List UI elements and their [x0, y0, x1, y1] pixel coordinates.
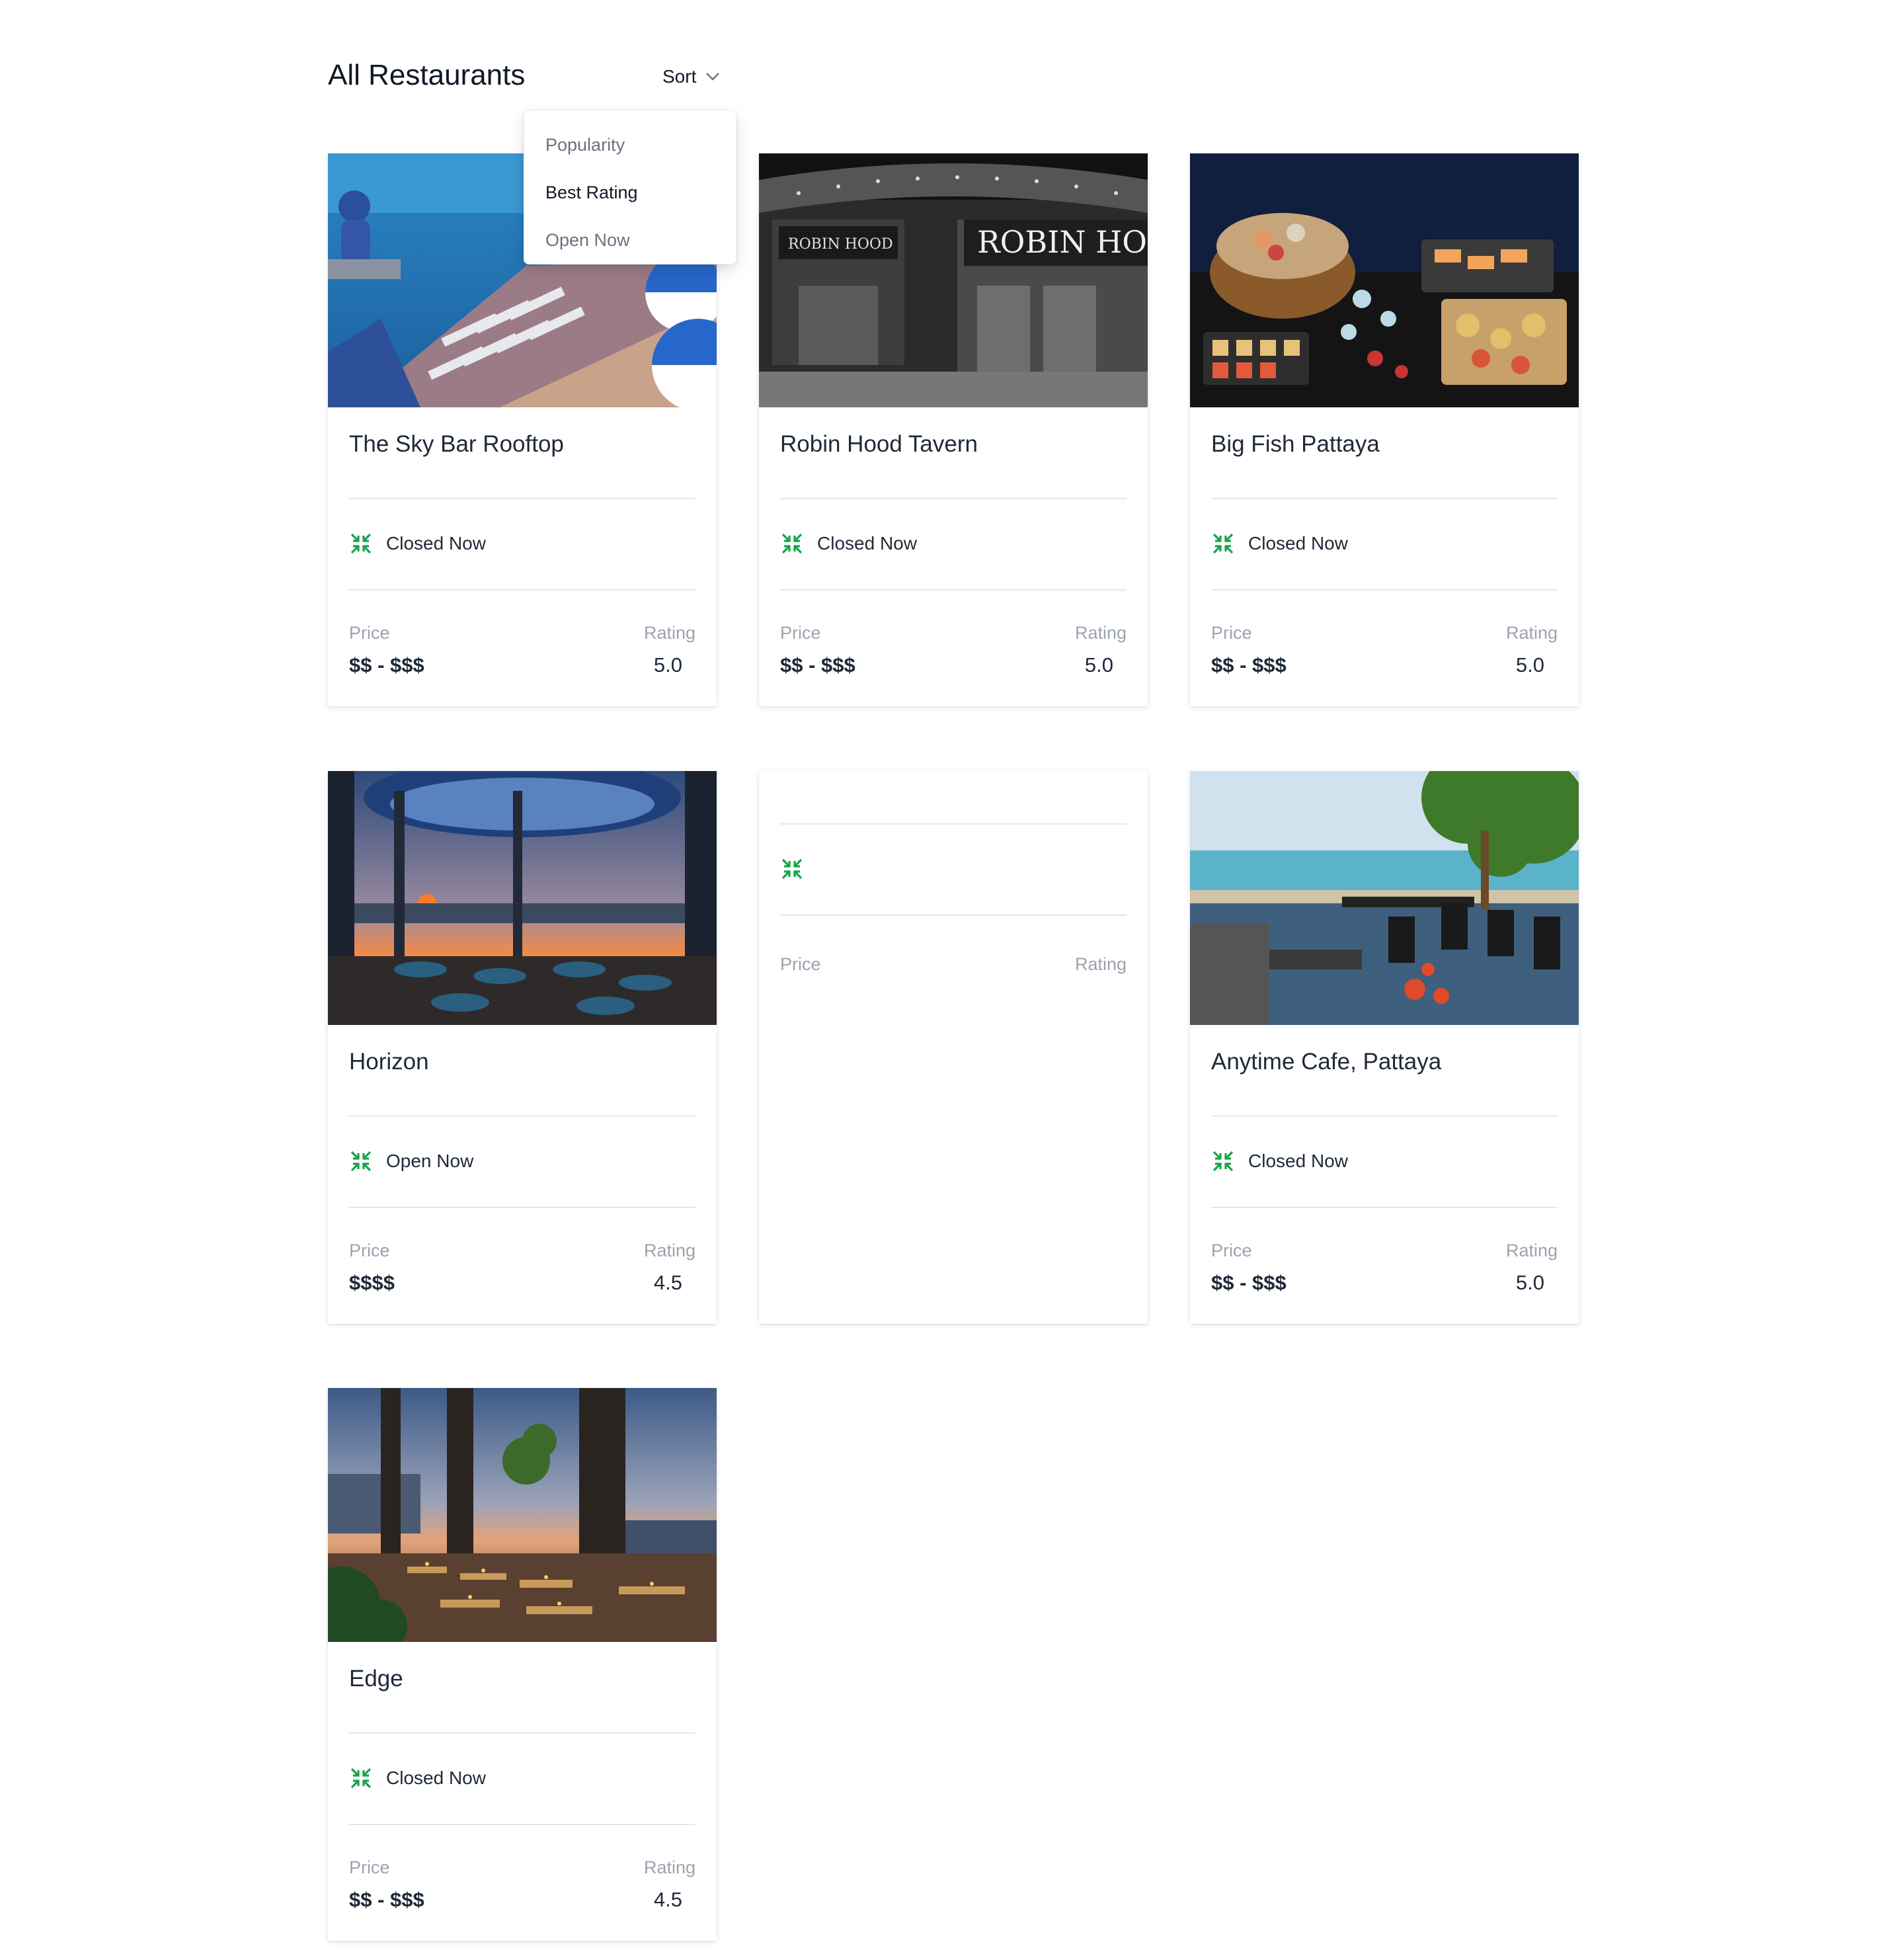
- status-row: Closed Now: [780, 532, 917, 555]
- card-body: Price Rating: [759, 771, 1148, 1324]
- divider: [1211, 498, 1558, 499]
- rating-label: Rating: [643, 1858, 695, 1877]
- collapse-arrows-icon: [781, 858, 803, 879]
- divider: [1211, 589, 1558, 591]
- price-label: Price: [780, 623, 821, 643]
- price-label: Price: [349, 1858, 390, 1877]
- status-row: Closed Now: [1211, 532, 1348, 555]
- divider: [349, 1116, 695, 1117]
- divider: [1211, 1116, 1558, 1117]
- collapse-arrows-icon: [781, 533, 803, 554]
- divider: [780, 589, 1127, 591]
- restaurant-card[interactable]: Edge Closed Now Price Rating $$ - $$$ 4.…: [328, 1388, 717, 1941]
- restaurant-card-empty[interactable]: Price Rating: [759, 771, 1148, 1324]
- status-text: Closed Now: [1248, 1151, 1348, 1171]
- price-value: $$$$: [349, 1271, 395, 1294]
- rating-value: 5.0: [1084, 653, 1113, 676]
- price-value: $$ - $$$: [780, 653, 855, 676]
- divider: [349, 498, 695, 499]
- svg-text:ROBIN HOO: ROBIN HOO: [977, 224, 1148, 260]
- page-header: All Restaurants Sort: [328, 56, 738, 95]
- status-text: Closed Now: [1248, 533, 1348, 553]
- restaurant-name[interactable]: Horizon: [349, 1049, 429, 1075]
- restaurant-name[interactable]: Big Fish Pattaya: [1211, 431, 1380, 458]
- restaurant-card[interactable]: Anytime Cafe, Pattaya Closed Now Price R…: [1190, 771, 1579, 1324]
- divider: [780, 915, 1127, 916]
- status-row: Closed Now: [349, 532, 486, 555]
- svg-text:ROBIN HOOD: ROBIN HOOD: [788, 236, 893, 253]
- collapse-arrows-icon: [350, 1151, 372, 1172]
- sort-option-open-now[interactable]: Open Now: [524, 216, 736, 264]
- sort-option-popularity[interactable]: Popularity: [524, 121, 736, 169]
- restaurant-name[interactable]: The Sky Bar Rooftop: [349, 431, 564, 458]
- rating-value: 4.5: [653, 1271, 682, 1294]
- sort-label: Sort: [662, 66, 697, 87]
- status-text: Closed Now: [386, 533, 486, 553]
- seafood-platter-photo: [1190, 153, 1579, 407]
- beach-cafe-photo: [1190, 771, 1579, 1025]
- sunset-terrace-photo: [328, 771, 717, 1025]
- status-text: Open Now: [386, 1151, 474, 1171]
- price-value: $$ - $$$: [349, 653, 424, 676]
- divider: [349, 1207, 695, 1208]
- rating-label: Rating: [1074, 954, 1127, 974]
- rating-label: Rating: [1505, 623, 1558, 643]
- evening-dining-photo: [328, 1388, 717, 1642]
- divider: [1211, 1207, 1558, 1208]
- collapse-arrows-icon: [350, 1768, 372, 1789]
- divider: [349, 1824, 695, 1825]
- sort-button[interactable]: Sort: [662, 63, 720, 90]
- collapse-arrows-icon: [1212, 533, 1234, 554]
- price-value: $$ - $$$: [1211, 653, 1287, 676]
- rating-value: 4.5: [653, 1888, 682, 1911]
- rating-value: 5.0: [1515, 1271, 1544, 1294]
- restaurant-name[interactable]: Anytime Cafe, Pattaya: [1211, 1049, 1441, 1075]
- price-value: $$ - $$$: [1211, 1271, 1287, 1294]
- page: All Restaurants Sort The Sky Bar Rooftop…: [0, 0, 1904, 1960]
- rating-value: 5.0: [653, 653, 682, 676]
- restaurant-name[interactable]: Robin Hood Tavern: [780, 431, 978, 458]
- status-text: Closed Now: [386, 1768, 486, 1788]
- price-value: $$ - $$$: [349, 1888, 424, 1911]
- divider: [780, 498, 1127, 499]
- tavern-storefront-photo: ROBIN HOOD ROBIN HOO: [759, 153, 1148, 407]
- price-label: Price: [349, 1241, 390, 1260]
- status-row: Closed Now: [349, 1766, 486, 1790]
- price-label: Price: [1211, 623, 1252, 643]
- status-row: [780, 857, 817, 881]
- restaurant-card[interactable]: Horizon Open Now Price Rating $$$$ 4.5: [328, 771, 717, 1324]
- sort-option-best-rating[interactable]: Best Rating: [524, 169, 736, 216]
- restaurant-card[interactable]: Big Fish Pattaya Closed Now Price Rating…: [1190, 153, 1579, 706]
- page-title: All Restaurants: [328, 59, 526, 91]
- sort-dropdown-menu: Popularity Best Rating Open Now: [524, 110, 736, 265]
- restaurant-card[interactable]: ROBIN HOOD ROBIN HOO Robin Hood Tavern C…: [759, 153, 1148, 706]
- status-row: Closed Now: [1211, 1149, 1348, 1173]
- rating-value: 5.0: [1515, 653, 1544, 676]
- collapse-arrows-icon: [350, 533, 372, 554]
- status-text: Closed Now: [817, 533, 917, 553]
- price-label: Price: [1211, 1241, 1252, 1260]
- chevron-down-icon: [706, 73, 720, 81]
- status-row: Open Now: [349, 1149, 473, 1173]
- rating-label: Rating: [643, 1241, 695, 1260]
- collapse-arrows-icon: [1212, 1151, 1234, 1172]
- price-label: Price: [780, 954, 821, 974]
- restaurant-name[interactable]: Edge: [349, 1666, 403, 1692]
- divider: [780, 823, 1127, 825]
- rating-label: Rating: [1505, 1241, 1558, 1260]
- rating-label: Rating: [643, 623, 695, 643]
- divider: [349, 589, 695, 591]
- rating-label: Rating: [1074, 623, 1127, 643]
- divider: [349, 1733, 695, 1734]
- price-label: Price: [349, 623, 390, 643]
